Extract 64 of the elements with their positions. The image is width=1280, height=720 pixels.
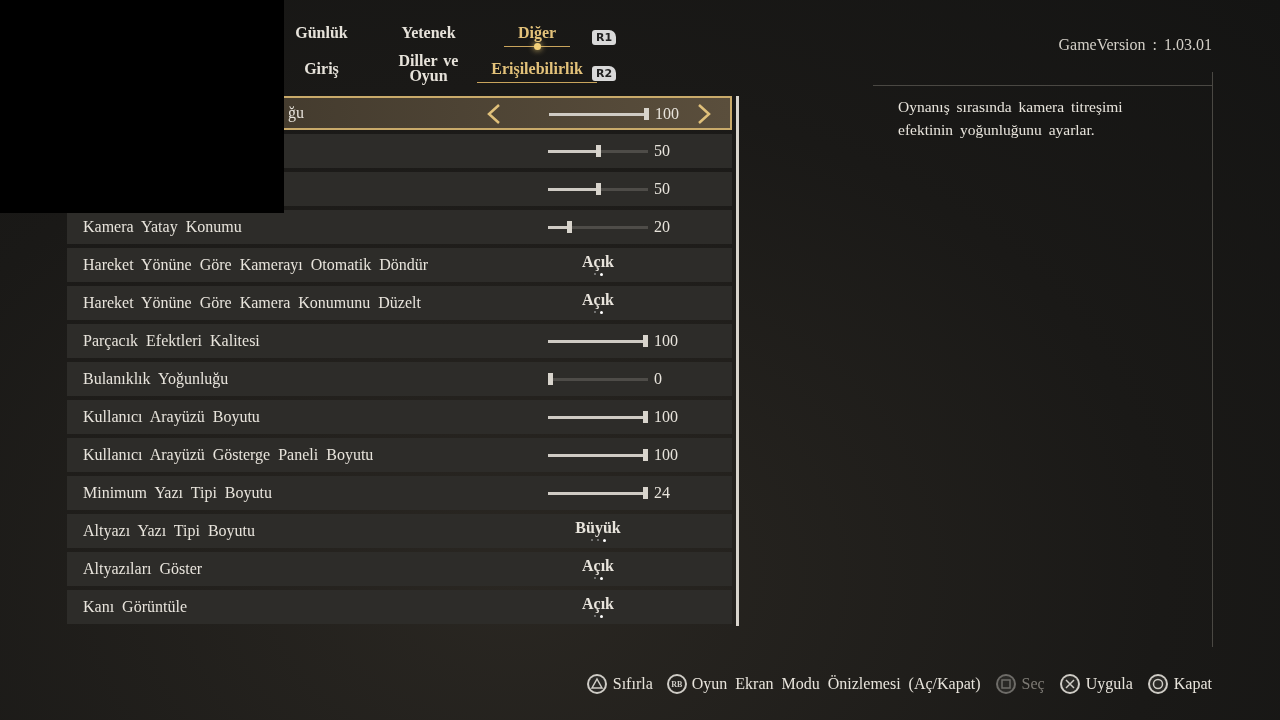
r1-key-icon: R1 <box>592 29 617 45</box>
slider-thumb[interactable] <box>643 449 648 461</box>
category-tab[interactable]: Diğer <box>503 24 571 50</box>
setting-label: Hareket Yönüne Göre Kamerayı Otomatik Döndür <box>83 256 429 274</box>
description-text: Oynanış sırasında kamera titreşimi efektinin yoğunluğunu ayarlar. <box>898 97 1124 140</box>
slider-thumb[interactable] <box>643 487 648 499</box>
category-tab[interactable]: Günlük <box>281 24 362 50</box>
slider-thumb[interactable] <box>595 183 601 195</box>
button-hint[interactable]: Oyun Ekran Modu Önizlemesi (Aç/Kapat) <box>691 675 981 693</box>
setting-row[interactable]: Altyazıları Göster Açık <box>67 552 732 586</box>
setting-label: Minimum Yazı Tipi Boyutu <box>83 484 272 502</box>
setting-label: Kamera Yatay Konumu <box>83 218 242 236</box>
slider-value: 24 <box>654 484 670 502</box>
slider-value: 50 <box>654 180 670 198</box>
slider-value: 100 <box>654 408 678 426</box>
setting-row[interactable]: Kullanıcı Arayüzü Gösterge Paneli Boyutu 100 <box>67 438 732 472</box>
setting-row[interactable]: Minimum Yazı Tipi Boyutu 24 <box>67 476 732 510</box>
option-value[interactable]: Açık <box>582 557 614 575</box>
slider-value: 0 <box>654 370 662 388</box>
scrollbar[interactable] <box>736 96 739 626</box>
square-button-icon <box>994 673 1017 695</box>
sub-tab[interactable]: Diller ve Oyun <box>380 53 477 93</box>
setting-label: Kullanıcı Arayüzü Gösterge Paneli Boyutu <box>83 446 374 464</box>
game-version: GameVersion : 1.03.01 <box>1058 36 1212 54</box>
slider-value: 100 <box>655 105 679 123</box>
setting-label: Hareket Yönüne Göre Kamera Konumunu Düzelt <box>83 294 421 312</box>
setting-row[interactable]: Altyazı Yazı Tipi Boyutu Büyük <box>67 514 732 548</box>
cross-button-icon <box>1058 673 1081 695</box>
option-value[interactable]: Büyük <box>575 519 621 537</box>
circle-button-icon <box>1146 673 1169 695</box>
option-value[interactable]: Açık <box>582 595 614 613</box>
setting-row[interactable]: Parçacık Efektleri Kalitesi 100 <box>67 324 732 358</box>
slider-thumb[interactable] <box>644 108 649 120</box>
r2-key-icon: R2 <box>592 65 617 81</box>
setting-row[interactable]: Hareket Yönüne Göre Kamerayı Otomatik Döndür Açık <box>67 248 732 282</box>
setting-label: Altyazı Yazı Tipi Boyutu <box>83 522 256 540</box>
slider-thumb[interactable] <box>595 145 601 157</box>
slider-value: 100 <box>654 332 678 350</box>
category-tab[interactable]: Yetenek <box>387 24 470 50</box>
setting-label: ğu <box>288 104 304 122</box>
button-hint[interactable]: Kapat <box>1173 675 1212 693</box>
button-hint[interactable]: Uygula <box>1085 675 1133 693</box>
setting-row[interactable]: Kullanıcı Arayüzü Boyutu 100 <box>67 400 732 434</box>
setting-row[interactable]: Bulanıklık Yoğunluğu 0 <box>67 362 732 396</box>
setting-label: Bulanıklık Yoğunluğu <box>83 370 229 388</box>
setting-label: Parçacık Efektleri Kalitesi <box>83 332 260 350</box>
slider-thumb[interactable] <box>643 335 648 347</box>
slider-value: 50 <box>654 142 670 160</box>
stick-button-icon: RB <box>666 674 687 694</box>
slider-thumb[interactable] <box>548 373 553 385</box>
triangle-button-icon <box>585 673 608 695</box>
setting-label: Kanı Görüntüle <box>83 598 187 616</box>
slider-value: 20 <box>654 218 670 236</box>
slider-value: 100 <box>654 446 678 464</box>
setting-label: Altyazıları Göster <box>83 560 203 578</box>
slider-thumb[interactable] <box>567 221 572 233</box>
button-hint[interactable]: Sıfırla <box>612 675 653 693</box>
slider-thumb[interactable] <box>643 411 648 423</box>
setting-label: Kullanıcı Arayüzü Boyutu <box>83 408 260 426</box>
option-value[interactable]: Açık <box>582 291 614 309</box>
setting-row[interactable]: Kanı Görüntüle Açık <box>67 590 732 624</box>
option-value[interactable]: Açık <box>582 253 614 271</box>
setting-row[interactable]: Hareket Yönüne Göre Kamera Konumunu Düzelt Açık <box>67 286 732 320</box>
setting-row[interactable]: Kamera Yatay Konumu 20 <box>67 210 732 244</box>
